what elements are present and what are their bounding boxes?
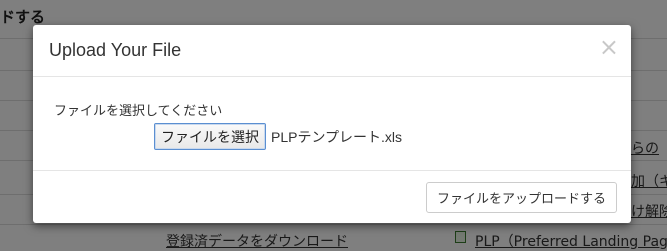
modal-body: ファイルを選択してください ファイルを選択 PLPテンプレート.xls (33, 77, 631, 170)
selected-file-name: PLPテンプレート.xls (271, 128, 403, 145)
modal-title: Upload Your File (49, 40, 182, 60)
close-icon[interactable]: × (599, 35, 619, 59)
modal-header: Upload Your File × (33, 25, 631, 77)
modal-footer: ファイルをアップロードする (33, 170, 631, 223)
upload-file-button[interactable]: ファイルをアップロードする (425, 182, 617, 213)
choose-file-button[interactable]: ファイルを選択 (154, 123, 266, 150)
file-input[interactable]: ファイルを選択 PLPテンプレート.xls (154, 123, 402, 150)
upload-modal: Upload Your File × ファイルを選択してください ファイルを選択… (33, 25, 631, 223)
file-field-label: ファイルを選択してください (54, 104, 223, 119)
